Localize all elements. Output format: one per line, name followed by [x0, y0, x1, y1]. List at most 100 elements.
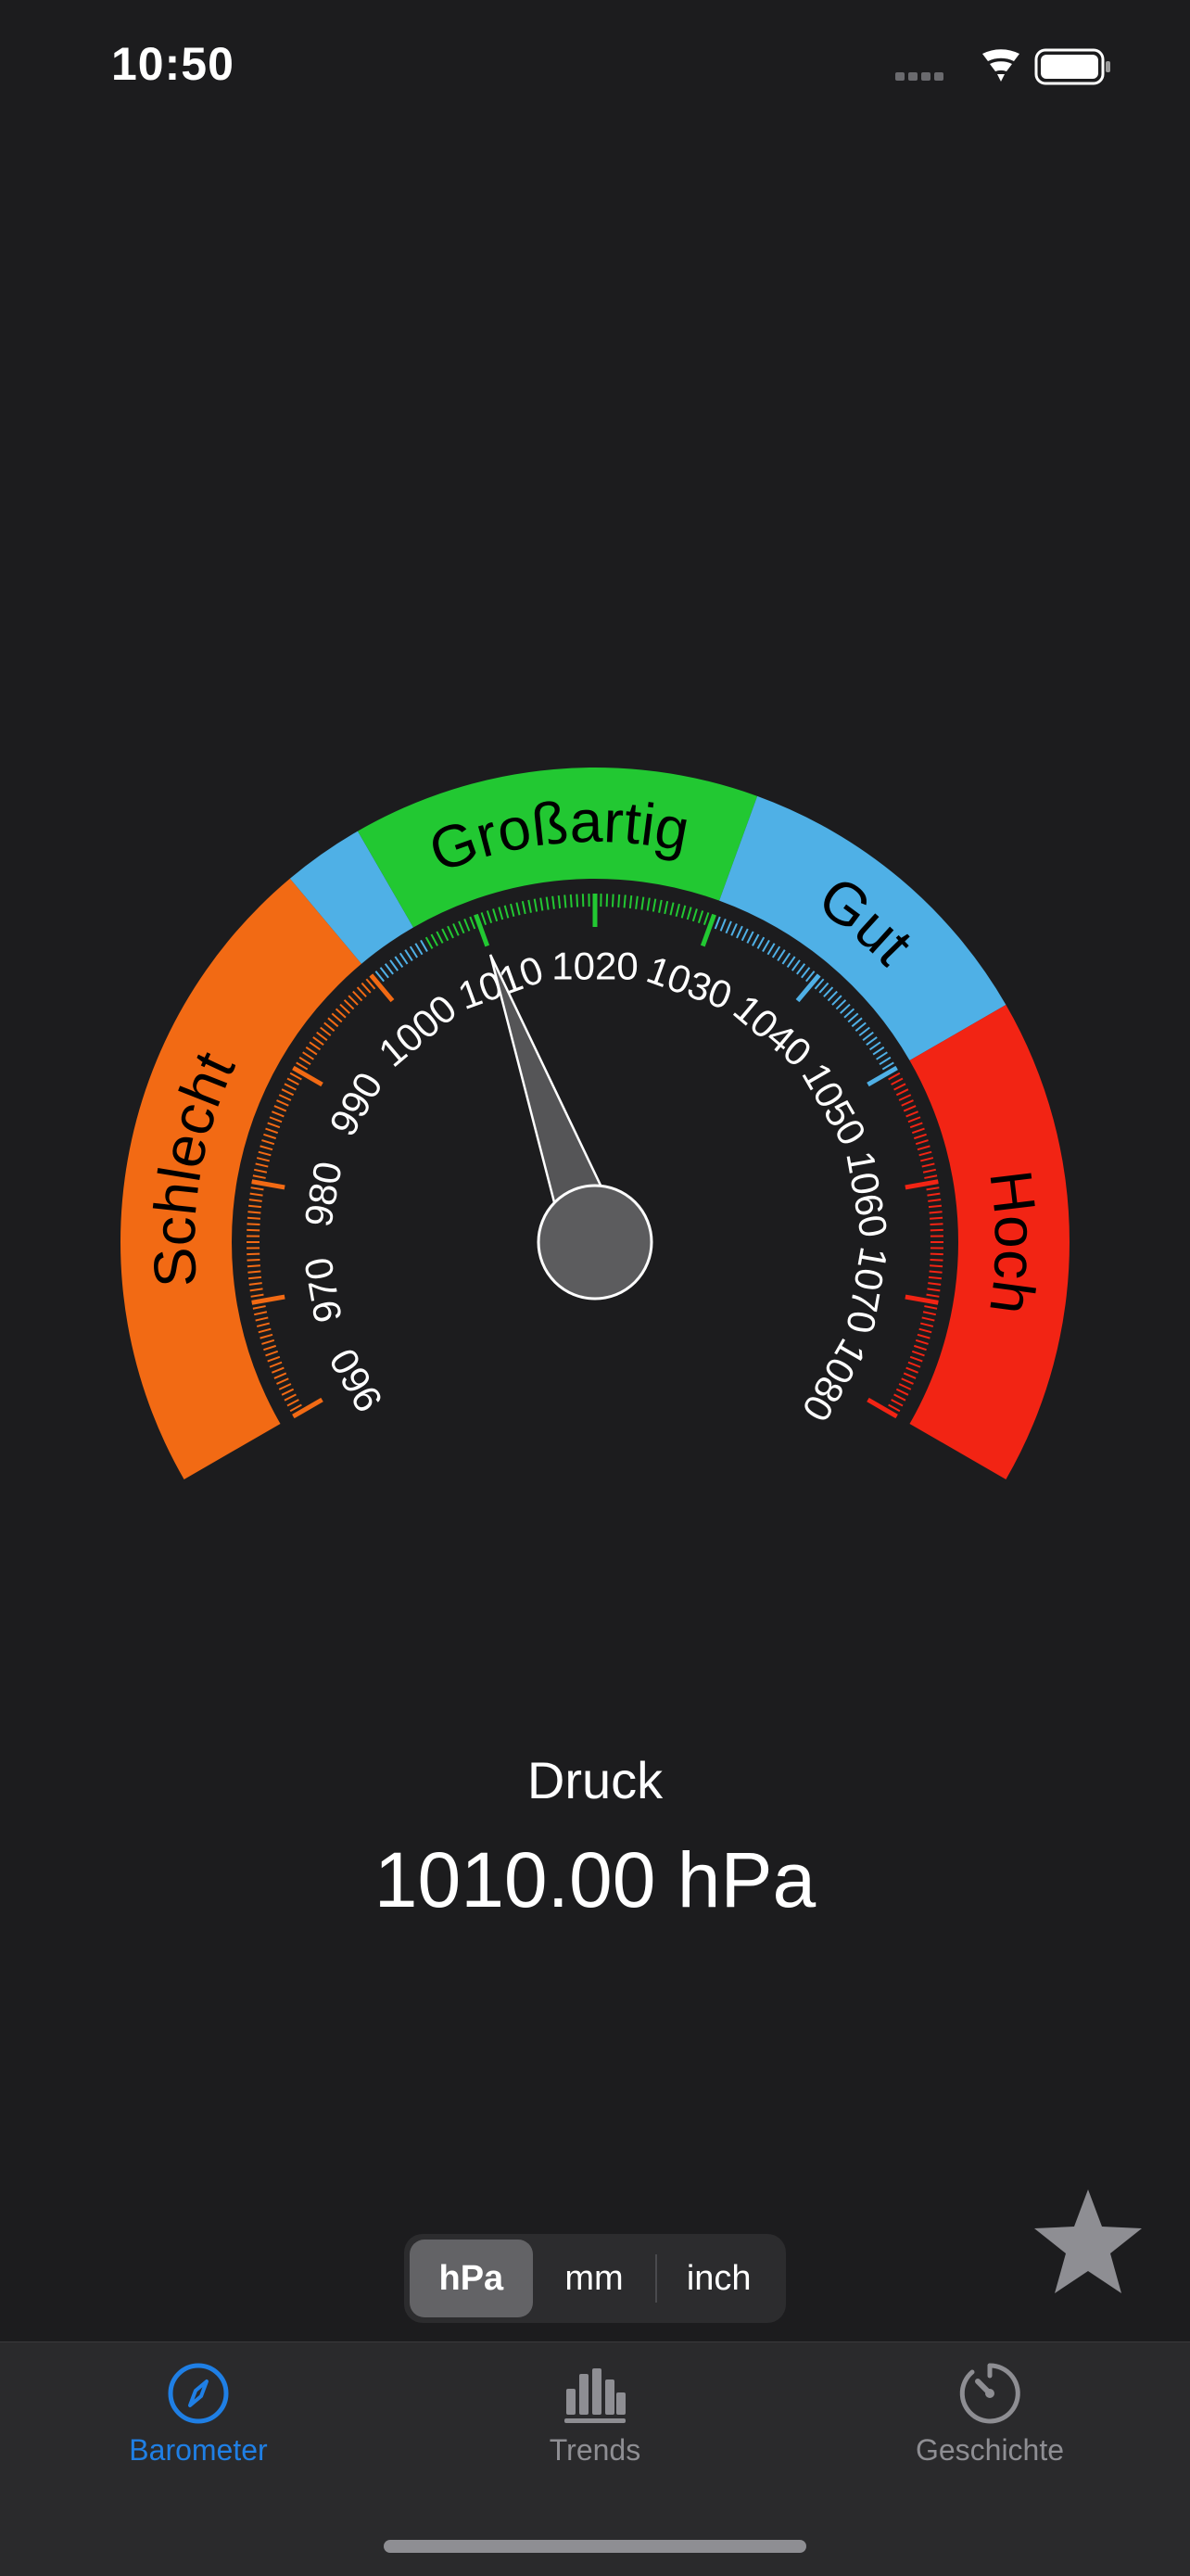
minor-tick [618, 895, 619, 907]
minor-tick [899, 1384, 911, 1390]
minor-tick [247, 1272, 260, 1273]
minor-tick [688, 907, 691, 920]
minor-tick [268, 1123, 280, 1127]
minor-tick [819, 983, 828, 993]
minor-tick [896, 1390, 908, 1395]
status-bar: 10:50 [0, 0, 1190, 139]
minor-tick [902, 1378, 914, 1384]
minor-tick [263, 1346, 275, 1350]
tab-geschichte[interactable]: Geschichte [851, 2361, 1129, 2468]
minor-tick [758, 937, 765, 948]
minor-tick [448, 926, 453, 938]
minor-tick [844, 1009, 854, 1017]
minor-tick [274, 1106, 286, 1110]
minor-tick [699, 910, 703, 922]
minor-tick [916, 1140, 928, 1144]
minor-tick [906, 1368, 918, 1373]
minor-tick [863, 1033, 873, 1040]
minor-tick [332, 1013, 342, 1022]
unit-option-inch[interactable]: inch [657, 2240, 780, 2317]
minor-tick [310, 1042, 320, 1049]
minor-tick [918, 1146, 930, 1149]
unit-option-mm[interactable]: mm [533, 2240, 656, 2317]
minor-tick [361, 983, 370, 993]
minor-tick [928, 1199, 941, 1201]
tick-label-980: 980 [296, 1159, 349, 1230]
minor-tick [896, 1089, 908, 1095]
minor-tick [256, 1163, 269, 1166]
minor-tick [564, 895, 565, 907]
minor-tick [247, 1218, 260, 1219]
minor-tick [552, 896, 554, 909]
wifi-icon [982, 49, 1019, 82]
minor-tick [249, 1283, 262, 1285]
minor-tick [919, 1329, 932, 1333]
minor-tick [348, 996, 358, 1005]
minor-tick [571, 895, 572, 907]
status-icons [890, 44, 1112, 91]
minor-tick [499, 907, 502, 920]
minor-tick [852, 1018, 862, 1026]
minor-tick [797, 964, 804, 974]
minor-tick [848, 1013, 858, 1022]
minor-tick [910, 1357, 922, 1362]
minor-tick [261, 1340, 273, 1344]
minor-tick [528, 900, 531, 913]
cellular-signal-icon [895, 72, 943, 81]
minor-tick [731, 924, 737, 936]
tab-label-trends: Trends [456, 2433, 734, 2468]
minor-tick [285, 1084, 296, 1089]
minor-tick [247, 1224, 260, 1225]
favorite-button[interactable] [1031, 2184, 1146, 2299]
minor-tick [511, 904, 513, 917]
major-tick-980 [252, 1182, 285, 1187]
minor-tick [836, 1000, 845, 1009]
star-icon [1031, 2184, 1146, 2299]
minor-tick [272, 1111, 284, 1116]
minor-tick [682, 906, 686, 919]
tab-barometer[interactable]: Barometer [59, 2361, 337, 2468]
gauge-svg: SchlechtGroßartigGutHoch 960970980990100… [0, 723, 1190, 1696]
minor-tick [927, 1288, 940, 1290]
minor-tick [922, 1317, 935, 1320]
minor-tick [721, 919, 726, 931]
minor-tick [324, 1022, 335, 1031]
minor-tick [270, 1117, 282, 1122]
major-tick-1010 [475, 915, 487, 946]
minor-tick [559, 895, 560, 908]
minor-tick [340, 1005, 349, 1014]
minor-tick [908, 1117, 920, 1122]
timer-icon [957, 2361, 1022, 2426]
minor-tick [824, 987, 833, 996]
tick-label-1020: 1020 [551, 945, 638, 988]
minor-tick [920, 1158, 933, 1161]
minor-tick [859, 1028, 869, 1036]
minor-tick [431, 934, 437, 945]
minor-tick [877, 1052, 888, 1060]
minor-tick [260, 1146, 272, 1149]
tick-label-970: 970 [296, 1254, 349, 1326]
bar-chart-icon [563, 2361, 627, 2426]
minor-tick [924, 1306, 937, 1309]
minor-tick [636, 896, 638, 909]
major-tick-1060 [905, 1182, 938, 1187]
minor-tick [282, 1390, 294, 1395]
minor-tick [253, 1306, 266, 1309]
minor-tick [920, 1324, 933, 1326]
minor-tick [928, 1283, 941, 1285]
minor-tick [523, 901, 525, 914]
minor-tick [265, 1351, 277, 1356]
tick-label-990: 990 [321, 1065, 391, 1143]
tab-trends[interactable]: Trends [456, 2361, 734, 2468]
minor-tick [930, 1224, 943, 1225]
minor-tick [299, 1058, 310, 1064]
minor-tick [257, 1324, 270, 1326]
minor-tick [923, 1312, 936, 1314]
minor-tick [260, 1335, 272, 1339]
minor-tick [250, 1288, 263, 1290]
minor-tick [265, 1129, 277, 1134]
unit-option-hpa[interactable]: hPa [410, 2240, 533, 2317]
needle-hub [538, 1186, 652, 1299]
minor-tick [927, 1187, 940, 1189]
minor-tick [251, 1187, 264, 1189]
